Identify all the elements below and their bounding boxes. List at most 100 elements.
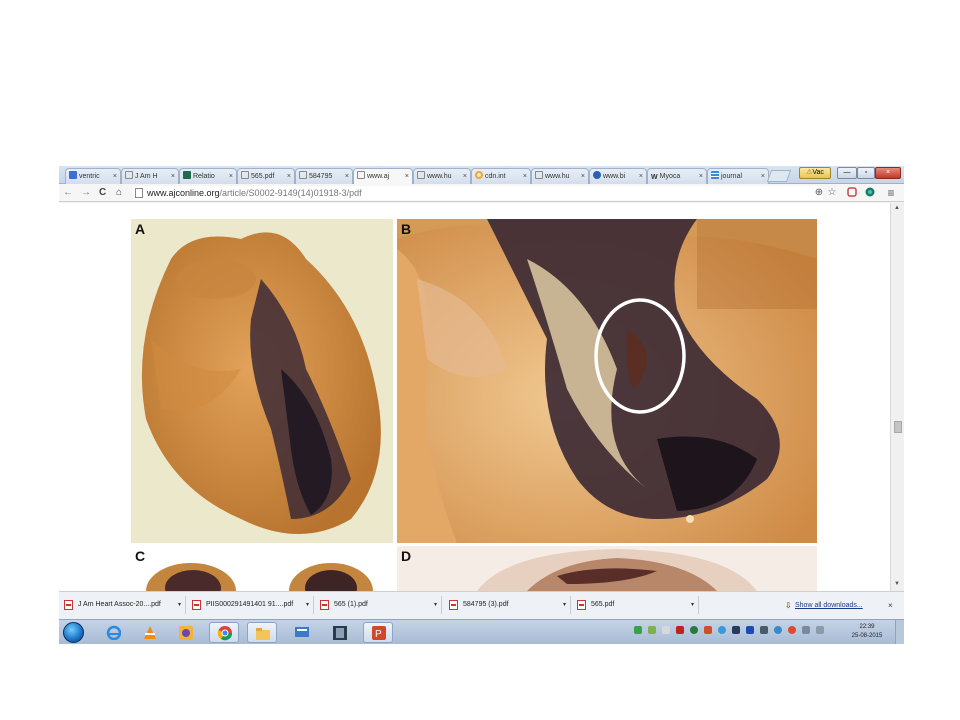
back-button[interactable]: ← xyxy=(63,187,73,199)
taskbar-vlc[interactable] xyxy=(135,622,165,643)
taskbar-powerpoint[interactable]: P xyxy=(363,622,393,643)
download-item[interactable]: 584795 (3).pdf ▾ xyxy=(446,596,571,614)
scroll-thumb[interactable] xyxy=(894,421,902,433)
volume-icon[interactable] xyxy=(816,626,824,634)
tab-www-hu-1[interactable]: www.hu × xyxy=(413,168,471,184)
flag-icon[interactable] xyxy=(662,626,670,634)
tab-jam[interactable]: J Am H × xyxy=(121,168,179,184)
close-downloads-bar-icon[interactable]: × xyxy=(888,601,893,610)
close-tab-icon[interactable]: × xyxy=(699,169,703,184)
show-desktop-button[interactable] xyxy=(895,620,904,644)
tab-584795[interactable]: 584795 × xyxy=(295,168,353,184)
figure-panel-b: B xyxy=(397,219,817,543)
close-window-button[interactable]: × xyxy=(875,167,901,179)
user-badge[interactable]: ⚠Vac xyxy=(799,167,831,179)
close-tab-icon[interactable]: × xyxy=(345,169,349,184)
tray-icon-7[interactable] xyxy=(718,626,726,634)
bookmark-star-icon[interactable]: ☆ xyxy=(826,187,838,199)
new-tab-button[interactable] xyxy=(766,170,792,182)
tab-label: cdn.int xyxy=(485,173,506,180)
vertical-scrollbar[interactable]: ▲ ▼ xyxy=(890,203,904,591)
page-icon xyxy=(135,188,143,198)
close-tab-icon[interactable]: × xyxy=(639,169,643,184)
media-player-icon xyxy=(179,626,193,640)
system-clock[interactable]: 22:39 25-08-2015 xyxy=(845,623,889,641)
chevron-down-icon[interactable]: ▾ xyxy=(306,596,309,614)
taskbar-ie[interactable] xyxy=(99,622,129,643)
pdf-file-icon xyxy=(192,600,201,610)
download-filename: 565.pdf xyxy=(591,601,615,608)
tab-myocardial[interactable]: W Myoca × xyxy=(647,168,707,184)
taskbar-app6[interactable] xyxy=(287,622,317,643)
bluetooth-icon[interactable] xyxy=(746,626,754,634)
show-all-downloads-link[interactable]: Show all downloads... xyxy=(795,602,863,609)
tab-ajconline-active[interactable]: www.aj × xyxy=(353,168,413,184)
chevron-down-icon[interactable]: ▾ xyxy=(563,596,566,614)
maximize-button[interactable]: ▫ xyxy=(857,167,875,179)
tab-www-hu-2[interactable]: www.hu × xyxy=(531,168,589,184)
taskbar-explorer[interactable] xyxy=(247,622,277,643)
tray-icon-12[interactable] xyxy=(788,626,796,634)
globe-icon xyxy=(593,171,601,179)
forward-button[interactable]: → xyxy=(81,187,91,199)
close-tab-icon[interactable]: × xyxy=(523,169,527,184)
download-item[interactable]: 565.pdf ▾ xyxy=(574,596,699,614)
download-item[interactable]: 565 (1).pdf ▾ xyxy=(317,596,442,614)
download-item[interactable]: J Am Heart Assoc-20....pdf ▾ xyxy=(61,596,186,614)
tray-icon-4[interactable] xyxy=(676,626,684,634)
tab-label: www.hu xyxy=(545,173,570,180)
tab-label: journal xyxy=(721,173,743,180)
tab-journal[interactable]: journal × xyxy=(707,168,769,184)
close-tab-icon[interactable]: × xyxy=(229,169,233,184)
close-tab-icon[interactable]: × xyxy=(463,169,467,184)
close-tab-icon[interactable]: × xyxy=(171,169,175,184)
tray-icon-5[interactable] xyxy=(690,626,698,634)
tray-icon-6[interactable] xyxy=(704,626,712,634)
reload-button[interactable]: C xyxy=(99,187,106,199)
extension-icon[interactable] xyxy=(846,187,858,199)
page-icon xyxy=(357,171,365,179)
chevron-down-icon[interactable]: ▾ xyxy=(434,596,437,614)
tray-icon-2[interactable] xyxy=(648,626,656,634)
extension-globe-icon[interactable] xyxy=(864,187,876,199)
monitor-icon[interactable] xyxy=(760,626,768,634)
tab-strip: ventric × J Am H × Relatio × 565.pdf × 58479… xyxy=(59,166,904,184)
presentation-icon xyxy=(295,627,309,637)
close-tab-icon[interactable]: × xyxy=(761,169,765,184)
tab-label: ventric xyxy=(79,173,100,180)
network-globe-icon[interactable] xyxy=(774,626,782,634)
tab-relation[interactable]: Relatio × xyxy=(179,168,237,184)
taskbar-chrome[interactable] xyxy=(209,622,239,643)
minimize-button[interactable]: — xyxy=(837,167,857,179)
pdf-viewer[interactable]: A B C D xyxy=(59,203,890,591)
close-tab-icon[interactable]: × xyxy=(405,169,409,184)
tab-565pdf[interactable]: 565.pdf × xyxy=(237,168,295,184)
page-icon xyxy=(241,171,249,179)
tray-icon-1[interactable] xyxy=(634,626,642,634)
address-bar[interactable]: www.ajconline.org/article/S0002-9149(14)… xyxy=(133,186,823,200)
scroll-up-icon[interactable]: ▲ xyxy=(894,205,900,211)
zoom-icon[interactable]: ⊕ xyxy=(813,187,825,199)
close-tab-icon[interactable]: × xyxy=(287,169,291,184)
close-tab-icon[interactable]: × xyxy=(113,169,117,184)
close-tab-icon[interactable]: × xyxy=(581,169,585,184)
tab-ventric[interactable]: ventric × xyxy=(65,168,121,184)
download-item[interactable]: PIIS000291491401 91....pdf ▾ xyxy=(189,596,314,614)
taskbar-media[interactable] xyxy=(171,622,201,643)
panel-label-c: C xyxy=(135,548,146,564)
tray-icon-8[interactable] xyxy=(732,626,740,634)
windows-taskbar: P 22:39 25-08-2015 xyxy=(59,619,904,644)
page-icon xyxy=(535,171,543,179)
chevron-down-icon[interactable]: ▾ xyxy=(691,596,694,614)
chevron-down-icon[interactable]: ▾ xyxy=(178,596,181,614)
signal-icon[interactable] xyxy=(802,626,810,634)
page-icon xyxy=(125,171,133,179)
menu-icon[interactable]: ≡ xyxy=(885,187,897,199)
journal-icon xyxy=(711,171,719,179)
scroll-down-icon[interactable]: ▼ xyxy=(894,581,900,587)
taskbar-app7[interactable] xyxy=(325,622,355,643)
start-button[interactable] xyxy=(63,622,84,643)
home-button[interactable]: ⌂ xyxy=(116,187,122,199)
tab-cdn[interactable]: cdn.int × xyxy=(471,168,531,184)
tab-www-bi[interactable]: www.bi × xyxy=(589,168,647,184)
